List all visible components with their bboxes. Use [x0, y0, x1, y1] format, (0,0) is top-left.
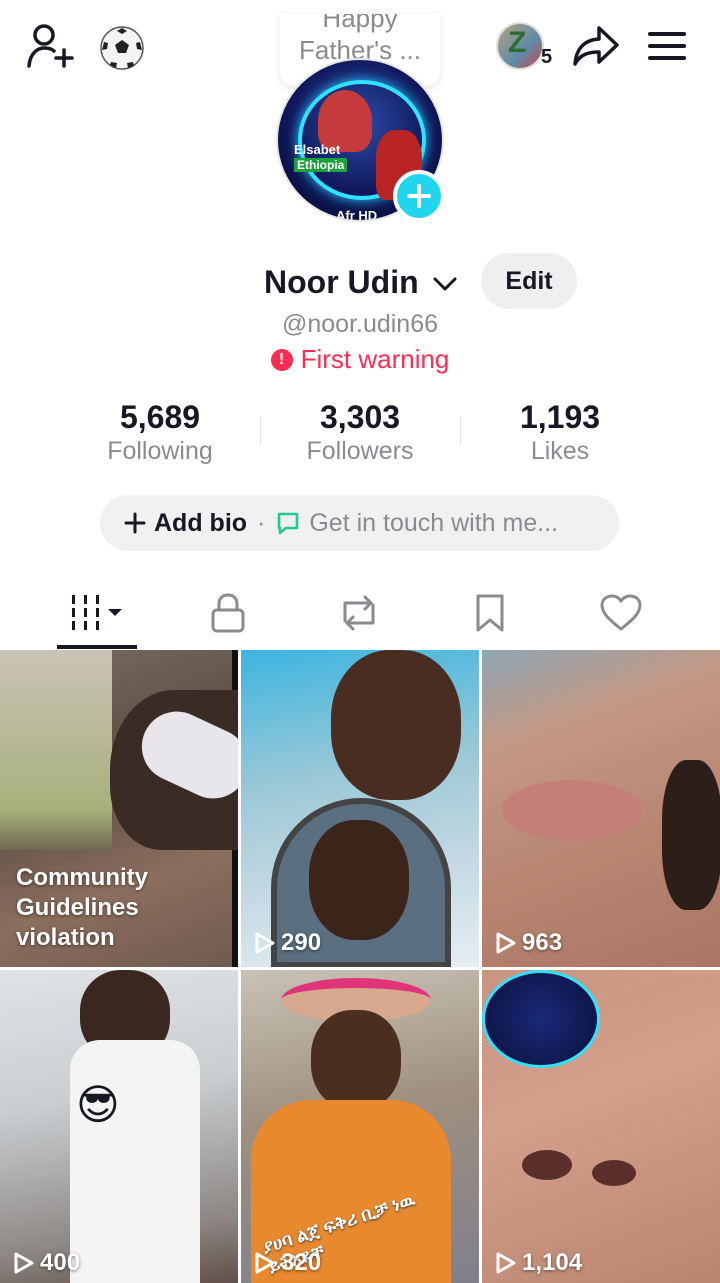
view-count-value: 290 [281, 929, 322, 956]
stat-value: 5,689 [119, 399, 201, 435]
tab-videos[interactable] [48, 578, 148, 648]
stat-value: 3,303 [319, 399, 401, 435]
stat-label: Followers [306, 437, 414, 465]
nostril-shape [522, 1150, 572, 1180]
heart-icon [600, 594, 642, 631]
menu-button[interactable] [644, 22, 692, 70]
share-icon [573, 26, 619, 66]
avatar-art-name: Elsabet [294, 142, 341, 157]
add-bio-button[interactable]: Add bio [124, 509, 247, 538]
stat-label: Following [107, 437, 213, 465]
plus-icon [407, 184, 431, 208]
active-tab-indicator [57, 645, 137, 649]
edit-profile-button[interactable]: Edit [481, 253, 577, 309]
play-icon [496, 1252, 516, 1274]
stat-value: 1,193 [519, 399, 601, 435]
tab-reposts[interactable] [309, 578, 409, 648]
view-count: 290 [255, 929, 321, 957]
alert-icon: ! [270, 348, 293, 371]
chat-bubble-icon [278, 512, 299, 535]
add-user-icon [27, 24, 74, 68]
get-in-touch-button[interactable]: Get in touch with me... [275, 509, 558, 538]
video-tile[interactable]: 963 [482, 650, 720, 967]
friends-avatar-letter: Z [508, 26, 527, 59]
nostril-shape [592, 1160, 636, 1186]
avatar-art-thumbnail [482, 970, 600, 1068]
profile-stats: 5,689 Following 3,303 Followers 1,193 Li… [60, 398, 660, 468]
profile-name[interactable]: Noor Udin [264, 264, 419, 301]
video-tile[interactable]: 😎 400 [0, 970, 238, 1283]
repost-icon [343, 595, 375, 631]
stat-label: Likes [530, 437, 590, 465]
profile-tabs [0, 578, 720, 650]
bio-actions: Add bio · Get in touch with me... [100, 495, 619, 551]
view-count-value: 1,104 [522, 1249, 583, 1276]
account-warning[interactable]: ! First warning [0, 344, 720, 375]
view-count: 963 [496, 929, 562, 957]
tab-private[interactable] [178, 578, 278, 648]
violation-label: Community Guidelines violation [16, 864, 148, 951]
video-inset-thumbnail [0, 650, 112, 850]
stat-followers[interactable]: 3,303 Followers [260, 398, 460, 466]
play-icon [255, 1252, 275, 1274]
get-in-touch-label: Get in touch with me... [309, 508, 559, 537]
robe-shape [70, 1040, 200, 1283]
stat-following[interactable]: 5,689 Following [60, 398, 260, 466]
chevron-down-icon[interactable] [432, 271, 458, 295]
add-friend-button[interactable] [24, 22, 76, 70]
video-tile[interactable]: Community Guidelines violation [0, 650, 238, 967]
profile-handle: @noor.udin66 [281, 310, 439, 338]
tab-favorites[interactable] [440, 578, 540, 648]
lock-icon [211, 593, 245, 633]
soccer-ball-graphic [100, 26, 144, 70]
video-tile[interactable]: ያሀባ ልጀ ፍቅሪ ቢቻ ነዉ ይትአዬቸ 320 [241, 970, 479, 1283]
view-count-value: 320 [281, 1249, 322, 1276]
lips-shape [502, 780, 642, 840]
play-icon [14, 1252, 34, 1274]
play-icon [496, 932, 516, 954]
share-profile-button[interactable] [570, 22, 622, 70]
view-count-value: 400 [40, 1249, 81, 1276]
add-avatar-button[interactable] [393, 170, 445, 222]
bookmark-icon [476, 594, 504, 632]
beard-shape [662, 760, 720, 910]
plus-icon [124, 512, 146, 534]
view-count: 320 [255, 1249, 321, 1277]
hamburger-menu-icon [648, 32, 686, 60]
friends-avatar[interactable]: Z [496, 22, 544, 70]
view-count-value: 963 [522, 929, 563, 956]
face-shape [331, 650, 461, 800]
friends-count-badge: 5 [541, 46, 553, 68]
bio-separator: · [257, 508, 266, 537]
warning-text: First warning [300, 344, 450, 374]
stat-likes[interactable]: 1,193 Likes [460, 398, 660, 466]
view-count: 400 [14, 1249, 80, 1277]
play-icon [255, 932, 275, 954]
sunglasses-emoji: 😎 [76, 1081, 120, 1128]
name-row: Noor Udin Edit [0, 253, 720, 309]
face-shape [311, 1010, 401, 1110]
video-tile[interactable]: 290 [241, 650, 479, 967]
story-note-line1: Happy [322, 14, 398, 33]
video-tile[interactable]: 1,104 [482, 970, 720, 1283]
face-shape [309, 820, 409, 940]
avatar-art-country: Ethiopia [294, 158, 348, 172]
tab-liked[interactable] [571, 578, 671, 648]
add-bio-label: Add bio [154, 508, 248, 537]
video-grid: Community Guidelines violation 290 963 😎… [0, 650, 720, 1283]
avatar-art-channel: Afr HD [336, 208, 378, 222]
soccer-ball-icon[interactable] [98, 24, 146, 72]
view-count: 1,104 [496, 1249, 582, 1277]
grid-bars-icon [72, 595, 122, 630]
